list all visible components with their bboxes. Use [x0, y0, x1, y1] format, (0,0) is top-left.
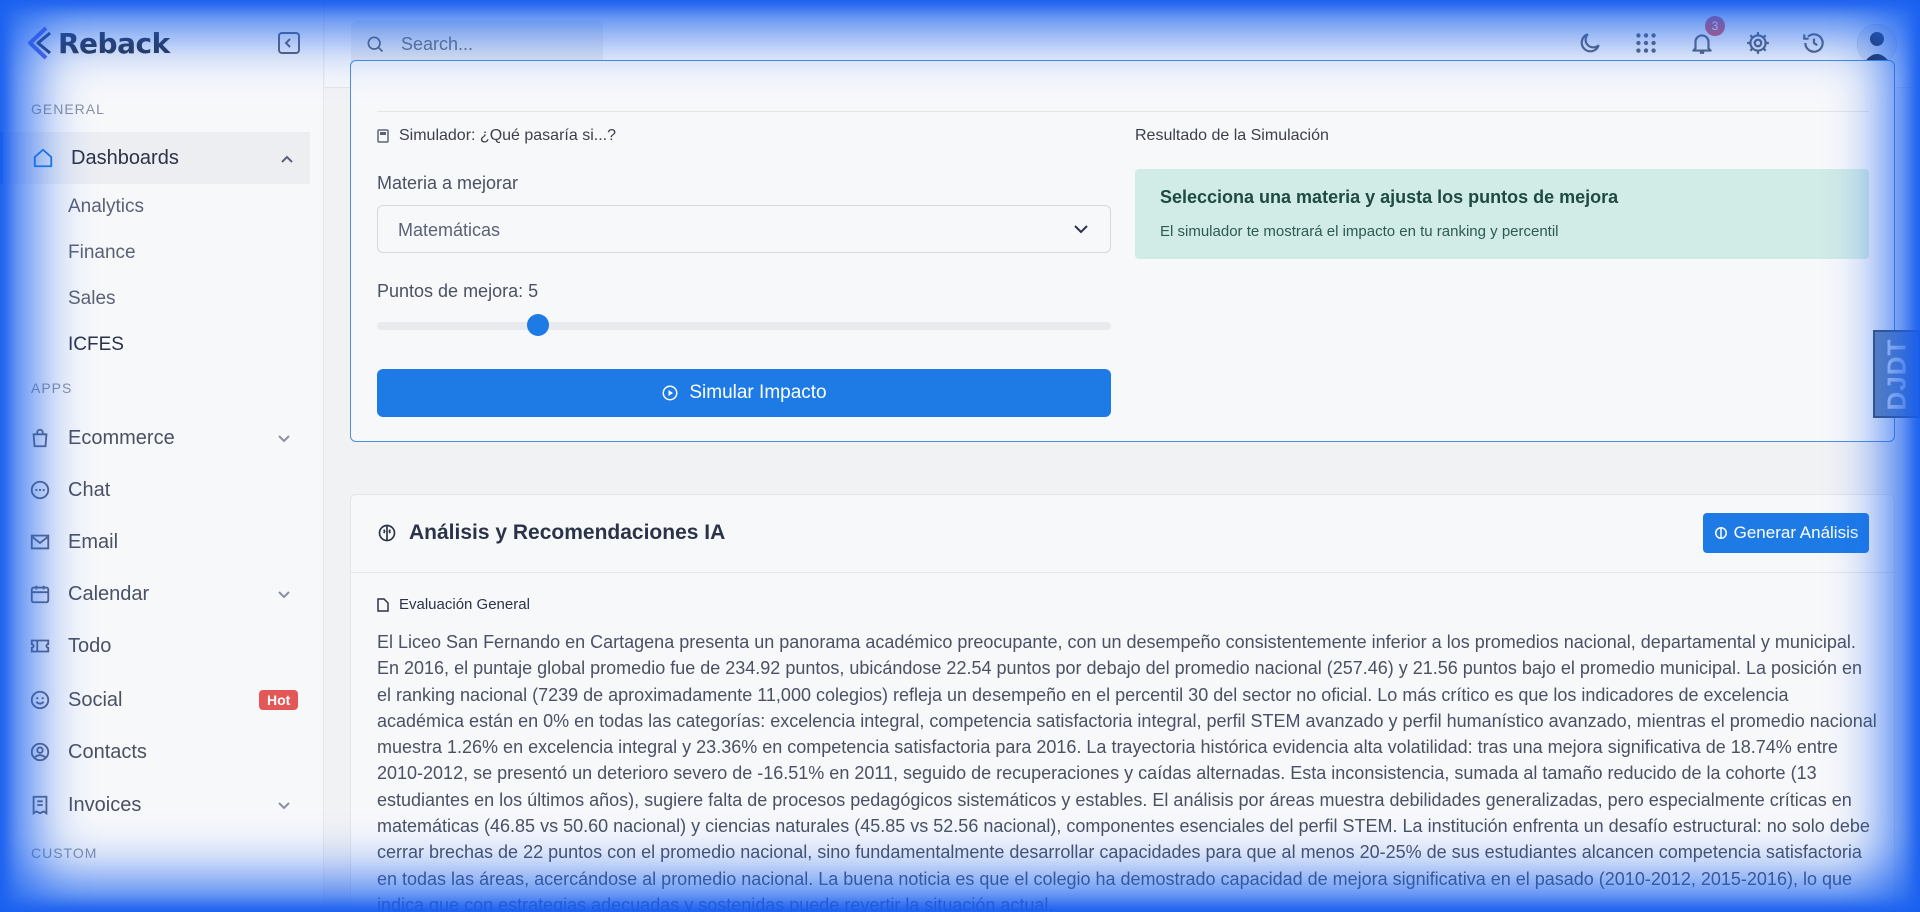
- hot-badge: Hot: [259, 690, 299, 710]
- section-label-custom: CUSTOM: [31, 845, 98, 861]
- home-icon: [31, 146, 55, 170]
- divider: [377, 111, 1869, 112]
- simulate-button-label: Simular Impacto: [689, 382, 827, 403]
- analysis-card: Análisis y Recomendaciones IA Generar An…: [350, 494, 1896, 912]
- gear-icon: [1747, 32, 1769, 54]
- evaluation-title-text: Evaluación General: [399, 596, 530, 613]
- slider-thumb[interactable]: [527, 314, 550, 336]
- sidebar-item-label: Dashboards: [71, 146, 179, 169]
- chevron-down-icon: [278, 430, 290, 446]
- chevron-left-icon: [284, 38, 291, 48]
- sidebar-item-label: Todo: [68, 634, 112, 657]
- result-title: Resultado de la Simulación: [1135, 127, 1329, 144]
- sidebar-item-ecommerce[interactable]: Ecommerce: [0, 412, 310, 464]
- analysis-title: Análisis y Recomendaciones IA: [409, 521, 726, 544]
- moon-icon: [1580, 33, 1600, 53]
- brand-logo[interactable]: Reback: [26, 26, 170, 60]
- result-subtext: El simulador te mostrará el impacto en t…: [1160, 223, 1559, 240]
- search-icon: [365, 34, 385, 59]
- sidebar-subitem-analytics[interactable]: Analytics: [68, 196, 144, 218]
- section-label-general: GENERAL: [31, 101, 105, 117]
- history-button[interactable]: [1799, 28, 1829, 58]
- generate-analysis-label: Generar Análisis: [1733, 523, 1859, 542]
- sidebar-item-chat[interactable]: Chat: [0, 464, 310, 516]
- shopping-bag-icon: [28, 426, 52, 450]
- user-circle-icon: [28, 740, 52, 764]
- sidebar-item-calendar[interactable]: Calendar: [0, 568, 310, 620]
- mail-icon: [28, 530, 52, 554]
- sidebar: Reback GENERAL Dashboards Analytics Fina…: [0, 0, 324, 912]
- generate-analysis-button[interactable]: Generar Análisis: [1703, 513, 1869, 553]
- sidebar-item-label: Email: [68, 530, 119, 553]
- chevron-down-icon: [1074, 221, 1088, 239]
- ticket-icon: [28, 634, 52, 658]
- debug-toolbar-tab[interactable]: DJDT: [1873, 330, 1920, 418]
- history-icon: [1803, 33, 1824, 53]
- chevron-up-icon: [281, 150, 293, 166]
- sidebar-item-contacts[interactable]: Contacts: [0, 726, 310, 778]
- sidebar-item-label: Calendar: [68, 582, 150, 605]
- debug-toolbar-label: DJDT: [1881, 338, 1911, 410]
- points-slider[interactable]: [377, 322, 1111, 330]
- sidebar-item-invoices[interactable]: Invoices: [0, 779, 310, 831]
- simulator-card: Simulador: ¿Qué pasaría si...? Resultado…: [350, 60, 1895, 442]
- settings-button[interactable]: [1743, 28, 1773, 58]
- calculator-icon: [377, 129, 389, 143]
- simulator-title: Simulador: ¿Qué pasaría si...?: [377, 127, 616, 145]
- divider: [351, 572, 1896, 573]
- sidebar-item-label: Social: [68, 688, 123, 711]
- section-label-apps: APPS: [31, 380, 73, 396]
- sidebar-subitem-finance[interactable]: Finance: [68, 242, 136, 264]
- avatar[interactable]: [1857, 24, 1897, 64]
- search-input[interactable]: [401, 32, 591, 56]
- subject-select-value: Matemáticas: [398, 220, 501, 240]
- chevron-down-icon: [278, 797, 290, 813]
- smile-icon: [28, 688, 52, 712]
- result-box: Selecciona una materia y ajusta los punt…: [1135, 169, 1869, 259]
- sidebar-item-todo[interactable]: Todo: [0, 620, 310, 672]
- chat-icon: [28, 478, 52, 502]
- sidebar-subitem-icfes[interactable]: ICFES: [68, 334, 124, 356]
- sidebar-collapse-button[interactable]: [278, 32, 300, 54]
- dark-mode-toggle[interactable]: [1575, 28, 1605, 58]
- notifications-button[interactable]: 3: [1687, 16, 1725, 58]
- sidebar-subitem-sales[interactable]: Sales: [68, 288, 116, 310]
- sidebar-item-dashboards[interactable]: Dashboards: [0, 132, 310, 184]
- grid-icon: [1636, 33, 1656, 53]
- subject-label: Materia a mejorar: [377, 173, 519, 193]
- brand-name: Reback: [58, 26, 170, 60]
- analysis-header: Análisis y Recomendaciones IA: [377, 521, 725, 545]
- sidebar-item-social[interactable]: Social Hot: [0, 674, 310, 726]
- sidebar-item-label: Invoices: [68, 793, 142, 816]
- simulate-button[interactable]: Simular Impacto: [377, 369, 1111, 417]
- simulator-title-text: Simulador: ¿Qué pasaría si...?: [399, 127, 616, 144]
- sidebar-item-email[interactable]: Email: [0, 516, 310, 568]
- evaluation-text: El Liceo San Fernando en Cartagena prese…: [377, 632, 1877, 912]
- apps-button[interactable]: [1631, 28, 1661, 58]
- logo-icon: [28, 26, 51, 60]
- points-label: Puntos de mejora: 5: [377, 281, 539, 301]
- brain-icon: [378, 524, 396, 542]
- play-circle-icon: [662, 385, 678, 401]
- file-icon: [377, 597, 389, 612]
- notification-count-badge: 3: [1705, 16, 1725, 36]
- subject-select[interactable]: Matemáticas: [377, 205, 1111, 253]
- receipt-icon: [28, 793, 52, 817]
- sidebar-item-label: Contacts: [68, 740, 147, 763]
- evaluation-title: Evaluación General: [377, 596, 530, 613]
- sidebar-item-label: Ecommerce: [68, 426, 175, 449]
- result-heading: Selecciona una materia y ajusta los punt…: [1160, 187, 1619, 207]
- brain-icon: [1714, 527, 1727, 539]
- sidebar-item-label: Chat: [68, 478, 111, 501]
- chevron-down-icon: [278, 586, 290, 602]
- calendar-icon: [28, 582, 52, 606]
